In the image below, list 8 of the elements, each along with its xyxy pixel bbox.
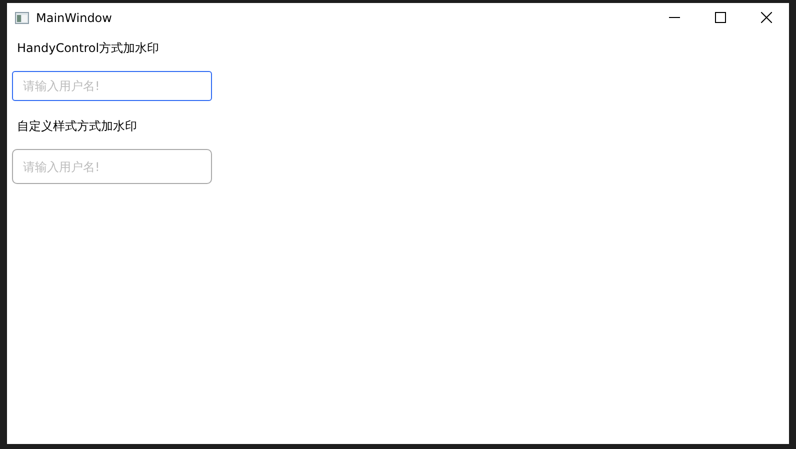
- close-icon: [760, 12, 772, 23]
- field-label: HandyControl方式加水印: [17, 40, 160, 57]
- window-title: MainWindow: [36, 10, 113, 24]
- field-label: 自定义样式方式加水印: [17, 118, 138, 135]
- username-input-field[interactable]: 请输入用户名!: [12, 149, 212, 184]
- username-input-field[interactable]: 请输入用户名!: [12, 71, 212, 101]
- window-app-icon: [15, 12, 29, 24]
- maximize-icon: [714, 12, 726, 23]
